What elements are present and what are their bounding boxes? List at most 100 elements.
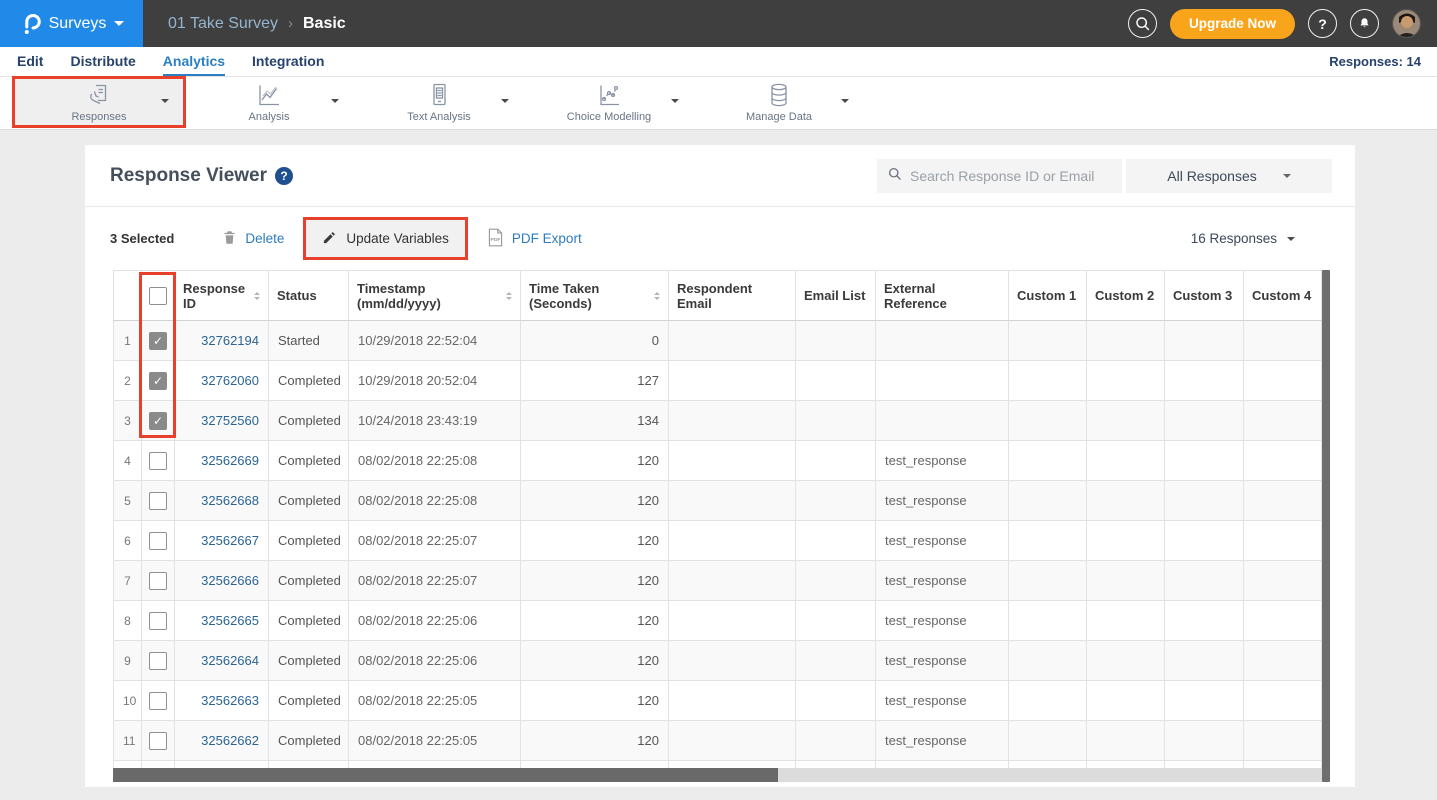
custom_2-cell [1087, 401, 1165, 441]
checkbox-cell [142, 721, 175, 761]
row-checkbox[interactable] [149, 732, 167, 750]
toolbar-item-analysis[interactable]: Analysis [185, 79, 353, 125]
chevron-down-icon[interactable] [671, 99, 679, 107]
tab-distribute[interactable]: Distribute [70, 48, 135, 76]
responses-table: Response IDStatusTimestamp (mm/dd/yyyy)T… [113, 270, 1322, 782]
toolbar-item-label: Text Analysis [407, 111, 471, 123]
response-id-link[interactable]: 32562664 [201, 653, 259, 668]
search-icon [887, 166, 902, 186]
time_taken-cell: 120 [521, 601, 669, 641]
choice-modelling-icon [596, 82, 622, 108]
text-analysis-icon [426, 82, 452, 108]
notifications-bell-icon[interactable] [1350, 9, 1379, 38]
toolbar-item-label: Choice Modelling [567, 111, 651, 123]
filter-value: All Responses [1167, 168, 1257, 184]
toolbar-item-text-analysis[interactable]: Text Analysis [355, 79, 523, 125]
toolbar-item-manage-data[interactable]: Manage Data [695, 79, 863, 125]
tab-integration[interactable]: Integration [252, 48, 324, 76]
row-number: 11 [114, 721, 142, 761]
custom_4-cell [1244, 361, 1322, 401]
horizontal-scrollbar-track[interactable] [113, 768, 1322, 782]
row-checkbox[interactable] [149, 452, 167, 470]
status-cell: Completed [269, 721, 349, 761]
toolbar-item-responses[interactable]: Responses [15, 79, 183, 125]
custom_2-cell [1087, 361, 1165, 401]
sort-icon[interactable] [254, 292, 260, 300]
topbar: Surveys 01 Take Survey › Basic Upgrade N… [0, 0, 1437, 47]
table-row: 632562667Completed08/02/2018 22:25:07120… [114, 521, 1322, 561]
horizontal-scrollbar-thumb[interactable] [113, 768, 778, 782]
column-header-label: Response ID [183, 281, 247, 311]
tab-analytics[interactable]: Analytics [163, 48, 225, 76]
column-header-label: Email List [804, 288, 865, 303]
row-checkbox[interactable]: ✓ [149, 412, 167, 430]
chevron-down-icon[interactable] [501, 99, 509, 107]
row-checkbox[interactable] [149, 492, 167, 510]
response-filter-select[interactable]: All Responses [1126, 159, 1332, 193]
row-checkbox[interactable]: ✓ [149, 332, 167, 350]
tab-edit[interactable]: Edit [17, 48, 43, 76]
responses-count-dropdown[interactable]: 16 Responses [1191, 231, 1295, 246]
column-header-time_taken[interactable]: Time Taken (Seconds) [521, 271, 669, 321]
response-id-link[interactable]: 32562662 [201, 733, 259, 748]
timestamp-cell: 08/02/2018 22:25:06 [349, 641, 521, 681]
toolbar-item-choice-modelling[interactable]: Choice Modelling [525, 79, 693, 125]
response-id-link[interactable]: 32562666 [201, 573, 259, 588]
row-number: 5 [114, 481, 142, 521]
status-cell: Completed [269, 401, 349, 441]
pdf-export-button[interactable]: PDF PDF Export [487, 228, 582, 250]
pdf-export-label: PDF Export [512, 231, 582, 246]
delete-button[interactable]: Delete [222, 229, 284, 249]
chevron-down-icon[interactable] [161, 99, 169, 107]
vertical-scrollbar[interactable] [1322, 270, 1330, 782]
checkbox-cell [142, 561, 175, 601]
external_reference-cell: test_response [876, 601, 1009, 641]
response-id-link[interactable]: 32562669 [201, 453, 259, 468]
custom_4-cell [1244, 601, 1322, 641]
sort-icon[interactable] [654, 292, 660, 300]
upgrade-now-button[interactable]: Upgrade Now [1170, 9, 1295, 39]
checkbox-cell: ✓ [142, 361, 175, 401]
custom_2-cell [1087, 481, 1165, 521]
chevron-down-icon[interactable] [331, 99, 339, 107]
update-variables-button[interactable]: Update Variables [306, 220, 465, 257]
status-cell: Completed [269, 441, 349, 481]
response-id-link[interactable]: 32752560 [201, 413, 259, 428]
column-header-id[interactable]: Response ID [175, 271, 269, 321]
avatar[interactable] [1392, 9, 1421, 38]
row-number: 2 [114, 361, 142, 401]
row-checkbox[interactable] [149, 692, 167, 710]
email_list-cell [796, 441, 876, 481]
custom_4-cell [1244, 641, 1322, 681]
response-id-link[interactable]: 32562668 [201, 493, 259, 508]
chevron-down-icon [114, 21, 124, 31]
search-icon[interactable] [1128, 9, 1157, 38]
column-header-row_num [114, 271, 142, 321]
help-icon[interactable]: ? [275, 167, 293, 185]
row-checkbox[interactable] [149, 612, 167, 630]
row-checkbox[interactable] [149, 532, 167, 550]
row-checkbox[interactable]: ✓ [149, 372, 167, 390]
sort-icon[interactable] [506, 292, 512, 300]
response-id-link[interactable]: 32762060 [201, 373, 259, 388]
response-id-link[interactable]: 32562663 [201, 693, 259, 708]
time_taken-cell: 120 [521, 721, 669, 761]
responses-count: Responses: 14 [1329, 54, 1421, 69]
response-id-link[interactable]: 32562665 [201, 613, 259, 628]
brand-menu[interactable]: Surveys [0, 0, 143, 47]
chevron-down-icon[interactable] [841, 99, 849, 107]
time_taken-cell: 0 [521, 321, 669, 361]
custom_4-cell [1244, 481, 1322, 521]
search-input[interactable] [910, 168, 1112, 184]
column-header-timestamp[interactable]: Timestamp (mm/dd/yyyy) [349, 271, 521, 321]
breadcrumb-survey-name[interactable]: 01 Take Survey [168, 15, 278, 33]
response-id-cell: 32562668 [175, 481, 269, 521]
row-checkbox[interactable] [149, 572, 167, 590]
custom_4-cell [1244, 561, 1322, 601]
select-all-checkbox[interactable] [149, 287, 167, 305]
row-checkbox[interactable] [149, 652, 167, 670]
response-id-link[interactable]: 32562667 [201, 533, 259, 548]
table-row: 532562668Completed08/02/2018 22:25:08120… [114, 481, 1322, 521]
response-id-link[interactable]: 32762194 [201, 333, 259, 348]
help-icon[interactable]: ? [1308, 9, 1337, 38]
